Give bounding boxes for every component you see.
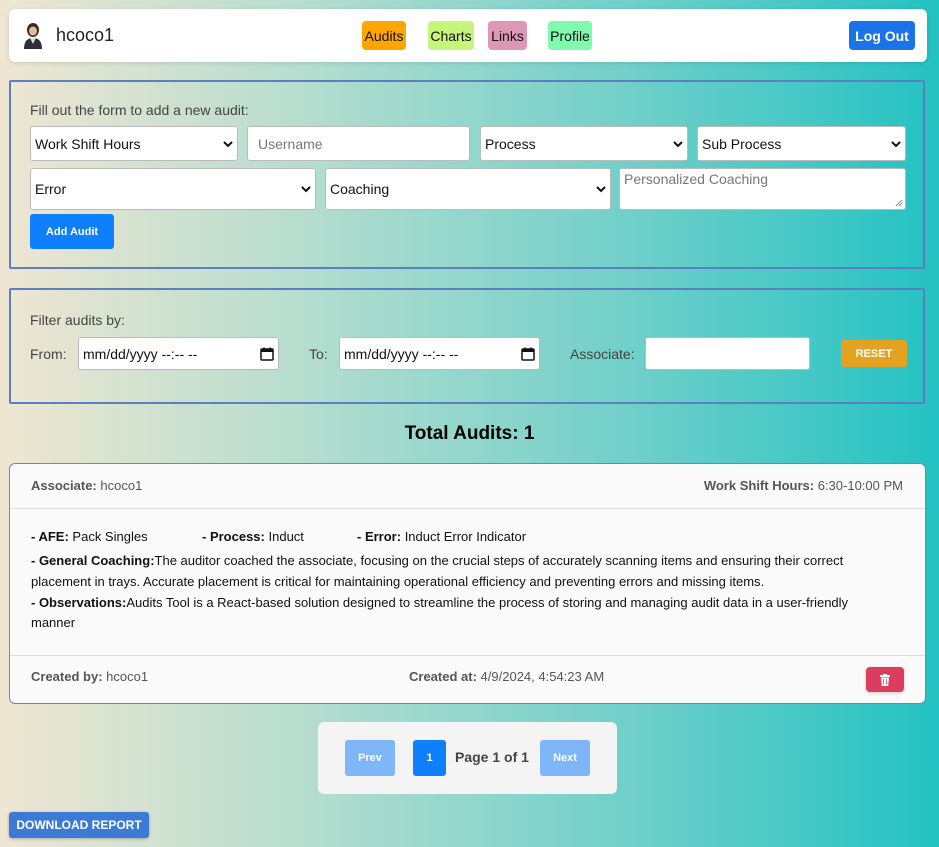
- to-label: To:: [309, 346, 328, 362]
- username-placeholder: Username: [258, 135, 323, 152]
- form-title: Fill out the form to add a new audit:: [30, 102, 249, 118]
- observations-text-1: Audits Tool is a React-based solution de…: [126, 595, 849, 610]
- chevron-down-icon: [301, 186, 311, 193]
- trash-icon: [880, 673, 890, 686]
- username-input[interactable]: Username: [247, 126, 470, 161]
- download-report-button[interactable]: DOWNLOAD REPORT: [9, 812, 149, 838]
- audit-card: Associate: hcoco1 Work Shift Hours: 6:30…: [9, 463, 926, 704]
- error-key: - Error:: [357, 529, 402, 544]
- work-shift-hours-select[interactable]: Work Shift Hours: [30, 126, 238, 161]
- personalized-coaching-placeholder: Personalized Coaching: [624, 171, 768, 187]
- observations-line-2: manner: [31, 615, 76, 630]
- shift-key: Work Shift Hours:: [703, 478, 815, 493]
- nav-profile-button[interactable]: Profile: [548, 21, 592, 50]
- chevron-down-icon: [223, 140, 233, 147]
- process-key: - Process:: [202, 529, 265, 544]
- page-1-button[interactable]: 1: [413, 740, 446, 776]
- work-shift-hours-value: Work Shift Hours: [35, 135, 141, 152]
- filter-title: Filter audits by:: [30, 312, 125, 328]
- divider: [10, 508, 925, 509]
- process-value: Induct: [268, 529, 304, 544]
- next-page-button[interactable]: Next: [540, 740, 590, 776]
- observations-key: - Observations:: [31, 595, 127, 610]
- error-value: Induct Error Indicator: [404, 529, 527, 544]
- created-by-row: Created by: hcoco1: [31, 669, 148, 684]
- total-audits-heading: Total Audits: 1: [404, 423, 535, 444]
- shift-value: 6:30-10:00 PM: [817, 478, 903, 493]
- to-date-value: mm/dd/yyyy --:-- --: [344, 345, 459, 362]
- nav-audits-button[interactable]: Audits: [362, 21, 406, 50]
- divider: [10, 655, 925, 656]
- afe-key: - AFE:: [31, 529, 69, 544]
- prev-page-button[interactable]: Prev: [345, 740, 395, 776]
- sub-process-value: Sub Process: [702, 135, 782, 152]
- add-audit-form: Fill out the form to add a new audit: Wo…: [9, 80, 925, 269]
- from-date-input[interactable]: mm/dd/yyyy --:-- --: [78, 337, 279, 370]
- page-info: Page 1 of 1: [455, 749, 529, 765]
- chevron-down-icon: [596, 186, 606, 193]
- associate-label: Associate:: [570, 346, 635, 362]
- avatar-icon: [24, 23, 42, 49]
- logout-button[interactable]: Log Out: [849, 21, 915, 50]
- pagination: Prev 1 Page 1 of 1 Next: [318, 722, 617, 794]
- error-select[interactable]: Error: [30, 168, 316, 210]
- calendar-icon[interactable]: [521, 347, 535, 361]
- created-at-key: Created at:: [409, 669, 477, 684]
- error-value: Error: [35, 181, 67, 197]
- nav-links-button[interactable]: Links: [488, 21, 527, 50]
- created-by-value: hcoco1: [106, 669, 149, 684]
- personalized-coaching-textarea[interactable]: Personalized Coaching: [619, 168, 906, 210]
- process-value: Process: [485, 135, 536, 152]
- coaching-key: - General Coaching:: [31, 553, 155, 568]
- username-label: hcoco1: [56, 25, 115, 45]
- chevron-down-icon: [673, 140, 683, 147]
- created-at-value: 4/9/2024, 4:54:23 AM: [480, 669, 605, 684]
- created-by-key: Created by:: [31, 669, 103, 684]
- sub-process-select[interactable]: Sub Process: [697, 126, 906, 161]
- nav-charts-button[interactable]: Charts: [428, 21, 474, 50]
- calendar-icon[interactable]: [260, 347, 274, 361]
- shift-row: Work Shift Hours: 6:30-10:00 PM: [704, 478, 903, 493]
- add-audit-button[interactable]: Add Audit: [30, 214, 114, 249]
- associate-key: Associate:: [31, 478, 97, 493]
- coaching-select[interactable]: Coaching: [325, 168, 611, 210]
- to-date-input[interactable]: mm/dd/yyyy --:-- --: [339, 337, 540, 370]
- observations-line-1: - Observations:Audits Tool is a React-ba…: [31, 595, 848, 610]
- coaching-value: Coaching: [330, 181, 390, 197]
- reset-button[interactable]: RESET: [841, 340, 907, 367]
- associate-value: hcoco1: [100, 478, 143, 493]
- associate-filter-input[interactable]: [645, 337, 810, 370]
- from-date-value: mm/dd/yyyy --:-- --: [83, 345, 198, 362]
- afe-value: Pack Singles: [72, 529, 148, 544]
- resize-handle-icon[interactable]: [895, 199, 903, 207]
- chevron-down-icon: [891, 140, 901, 147]
- coaching-text-1: The auditor coached the associate, focus…: [154, 553, 844, 568]
- coaching-line-2: placement in trays. Accurate placement i…: [31, 574, 765, 589]
- filter-panel: Filter audits by: From: mm/dd/yyyy --:--…: [9, 288, 925, 404]
- associate-row: Associate: hcoco1: [31, 478, 142, 493]
- error-row: - Error: Induct Error Indicator: [357, 529, 526, 544]
- top-navbar: hcoco1 Audits Charts Links Profile Log O…: [9, 9, 927, 62]
- created-at-row: Created at: 4/9/2024, 4:54:23 AM: [409, 669, 604, 684]
- process-row: - Process: Induct: [202, 529, 304, 544]
- coaching-line-1: - General Coaching:The auditor coached t…: [31, 553, 843, 568]
- process-select[interactable]: Process: [480, 126, 688, 161]
- delete-audit-button[interactable]: [866, 667, 904, 692]
- afe-row: - AFE: Pack Singles: [31, 529, 148, 544]
- from-label: From:: [30, 346, 67, 362]
